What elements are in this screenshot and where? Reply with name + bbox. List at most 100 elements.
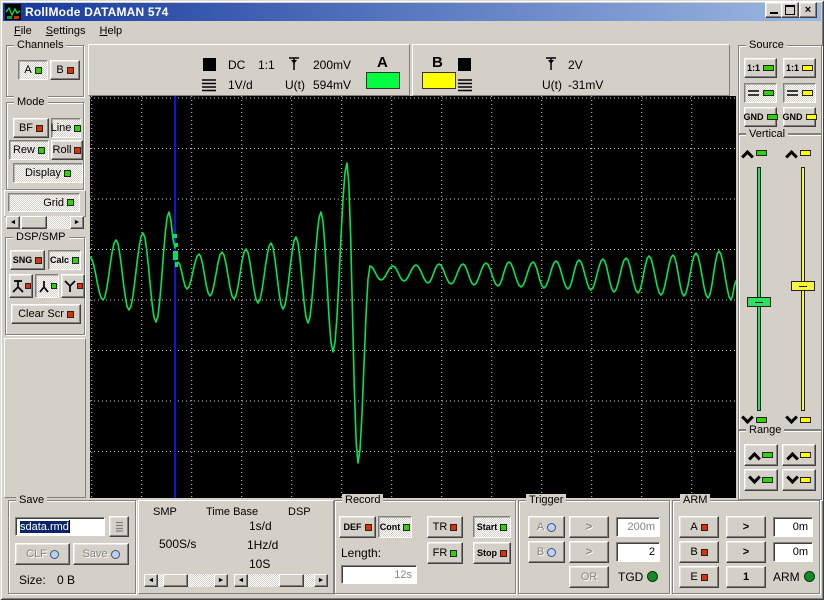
source-gnd-b-button[interactable]: GND [783,107,816,127]
record-fr-button[interactable]: FR [427,542,463,564]
vertical-group: Vertical [738,134,822,430]
record-cont-led [403,524,410,531]
length-input[interactable]: 12s [341,565,417,584]
trigger-a-button[interactable]: A [528,516,565,538]
range-up-a-button[interactable] [744,444,778,466]
file-list-button[interactable] [109,516,129,537]
scrollbar-thumb[interactable] [279,574,304,587]
channel-a-info-panel: DC 1:1 1V/d U(t) 200mV 594mV A [88,44,410,96]
source-gnd-a-button[interactable]: GND [744,107,777,127]
scrollbar-thumb[interactable] [163,574,188,587]
smp-scrollbar[interactable]: ◄ ► [144,574,228,587]
record-stop-button[interactable]: Stop [473,542,511,564]
scroll-right-icon[interactable]: ► [214,574,228,587]
range-group: Range [738,430,822,500]
vertical-slider-b-thumb[interactable] [791,281,815,291]
sample-rate-value: 500S/s [159,537,196,551]
smp-mode-2-button[interactable] [35,274,59,298]
trigger-slope-a-button[interactable]: > [569,516,609,538]
save-led [111,550,120,559]
dsp-smp-group-label: DSP/SMP [13,231,69,244]
vertical-up-a-button[interactable] [743,145,777,161]
channel-a-ut-label: U(t) [285,78,305,92]
trigger-level-a-input[interactable]: 200m [616,517,660,537]
sidebar-scrollbar[interactable]: ◄ ► [6,216,84,229]
chevron-up-icon [786,451,799,464]
arm-slope-a-button[interactable]: > [726,516,766,538]
filename-input[interactable]: sdata.rmd [15,517,105,536]
arm-e-button[interactable]: E [679,566,719,588]
channel-a-button[interactable]: A [18,60,48,80]
source-ratio-b-button[interactable]: 1:1 [783,58,816,78]
arm-slope-b-button[interactable]: > [726,541,766,563]
channel-b-ut-value: -31mV [568,78,603,92]
clf-label: CLF [26,548,47,560]
record-def-button[interactable]: DEF [339,516,376,538]
scroll-right-icon[interactable]: ► [314,574,328,587]
arm-b-button[interactable]: B [679,541,719,563]
mode-roll-button[interactable]: Roll [51,140,83,160]
arm-count-button[interactable]: 1 [726,566,766,588]
trigger-b-button[interactable]: B [528,541,565,563]
close-button[interactable]: × [799,2,817,18]
record-start-button[interactable]: Start [473,516,511,538]
menu-file[interactable]: File [8,23,38,39]
source-lines-b-button[interactable] [783,83,816,103]
trigger-slope-b-button[interactable]: > [569,541,609,563]
mode-bf-button[interactable]: BF [13,118,49,138]
channel-a-led [35,67,42,74]
dual-line-icon [786,89,799,97]
source-lines-a-button[interactable] [744,83,777,103]
mode-display-button[interactable]: Display [13,163,83,183]
clear-screen-button[interactable]: Clear Scr [11,304,81,324]
clf-button[interactable]: CLF [15,543,70,565]
trigger-or-button[interactable]: OR [569,566,609,588]
source-ratio-a-button[interactable]: 1:1 [744,58,777,78]
arm-e-label: E [690,571,697,583]
trigger-level-b-input[interactable]: 2 [616,542,660,562]
scroll-right-icon[interactable]: ► [70,216,84,229]
chevron-up-icon [741,149,754,162]
smp-mode-1-button[interactable] [9,274,33,298]
arm-delay-a-value: 0m [793,521,808,533]
channel-a-probe: 1:1 [258,58,275,72]
range-down-b-button[interactable] [782,469,816,491]
scroll-left-icon[interactable]: ◄ [234,574,248,587]
arm-delay-a-input[interactable]: 0m [773,517,813,537]
menu-settings[interactable]: Settings [40,23,92,39]
scroll-left-icon[interactable]: ◄ [144,574,158,587]
source-ratio-b-led [802,65,813,71]
channel-b-button[interactable]: B [50,60,80,80]
source-ratio-a-label: 1:1 [747,63,760,73]
record-def-label: DEF [344,522,362,532]
range-down-a-button[interactable] [744,469,778,491]
record-cont-button[interactable]: Cont [378,516,412,538]
save-button[interactable]: Save [73,543,129,565]
grid-button[interactable]: Grid [8,193,80,212]
coupling-square-icon [458,58,471,71]
source-gnd-b-label: GND [783,112,803,122]
sng-led [35,257,42,264]
mode-display-led [64,170,71,177]
maximize-button[interactable] [781,2,799,18]
arm-a-button[interactable]: A [679,516,719,538]
scroll-left-icon[interactable]: ◄ [6,216,20,229]
chevron-down-icon [785,411,798,424]
vertical-up-b-button[interactable] [787,145,821,161]
mode-line-button[interactable]: Line [51,118,81,138]
scope-display[interactable] [90,96,736,498]
sng-button[interactable]: SNG [10,250,45,270]
menu-help[interactable]: Help [94,23,129,39]
vertical-slider-a-thumb[interactable] [747,297,771,307]
smp-mode-3-button[interactable] [61,274,85,298]
vertical-slider-a-track[interactable] [757,167,761,411]
arm-delay-b-input[interactable]: 0m [773,542,813,562]
record-tr-button[interactable]: TR [427,516,463,538]
range-up-b-button[interactable] [782,444,816,466]
vertical-down-b-button[interactable] [787,412,821,428]
dsp-scrollbar[interactable]: ◄ ► [234,574,328,587]
scrollbar-thumb[interactable] [21,216,47,229]
calc-button[interactable]: Calc [48,250,81,270]
mode-rew-button[interactable]: Rew [9,140,49,160]
grid-led [67,199,74,206]
